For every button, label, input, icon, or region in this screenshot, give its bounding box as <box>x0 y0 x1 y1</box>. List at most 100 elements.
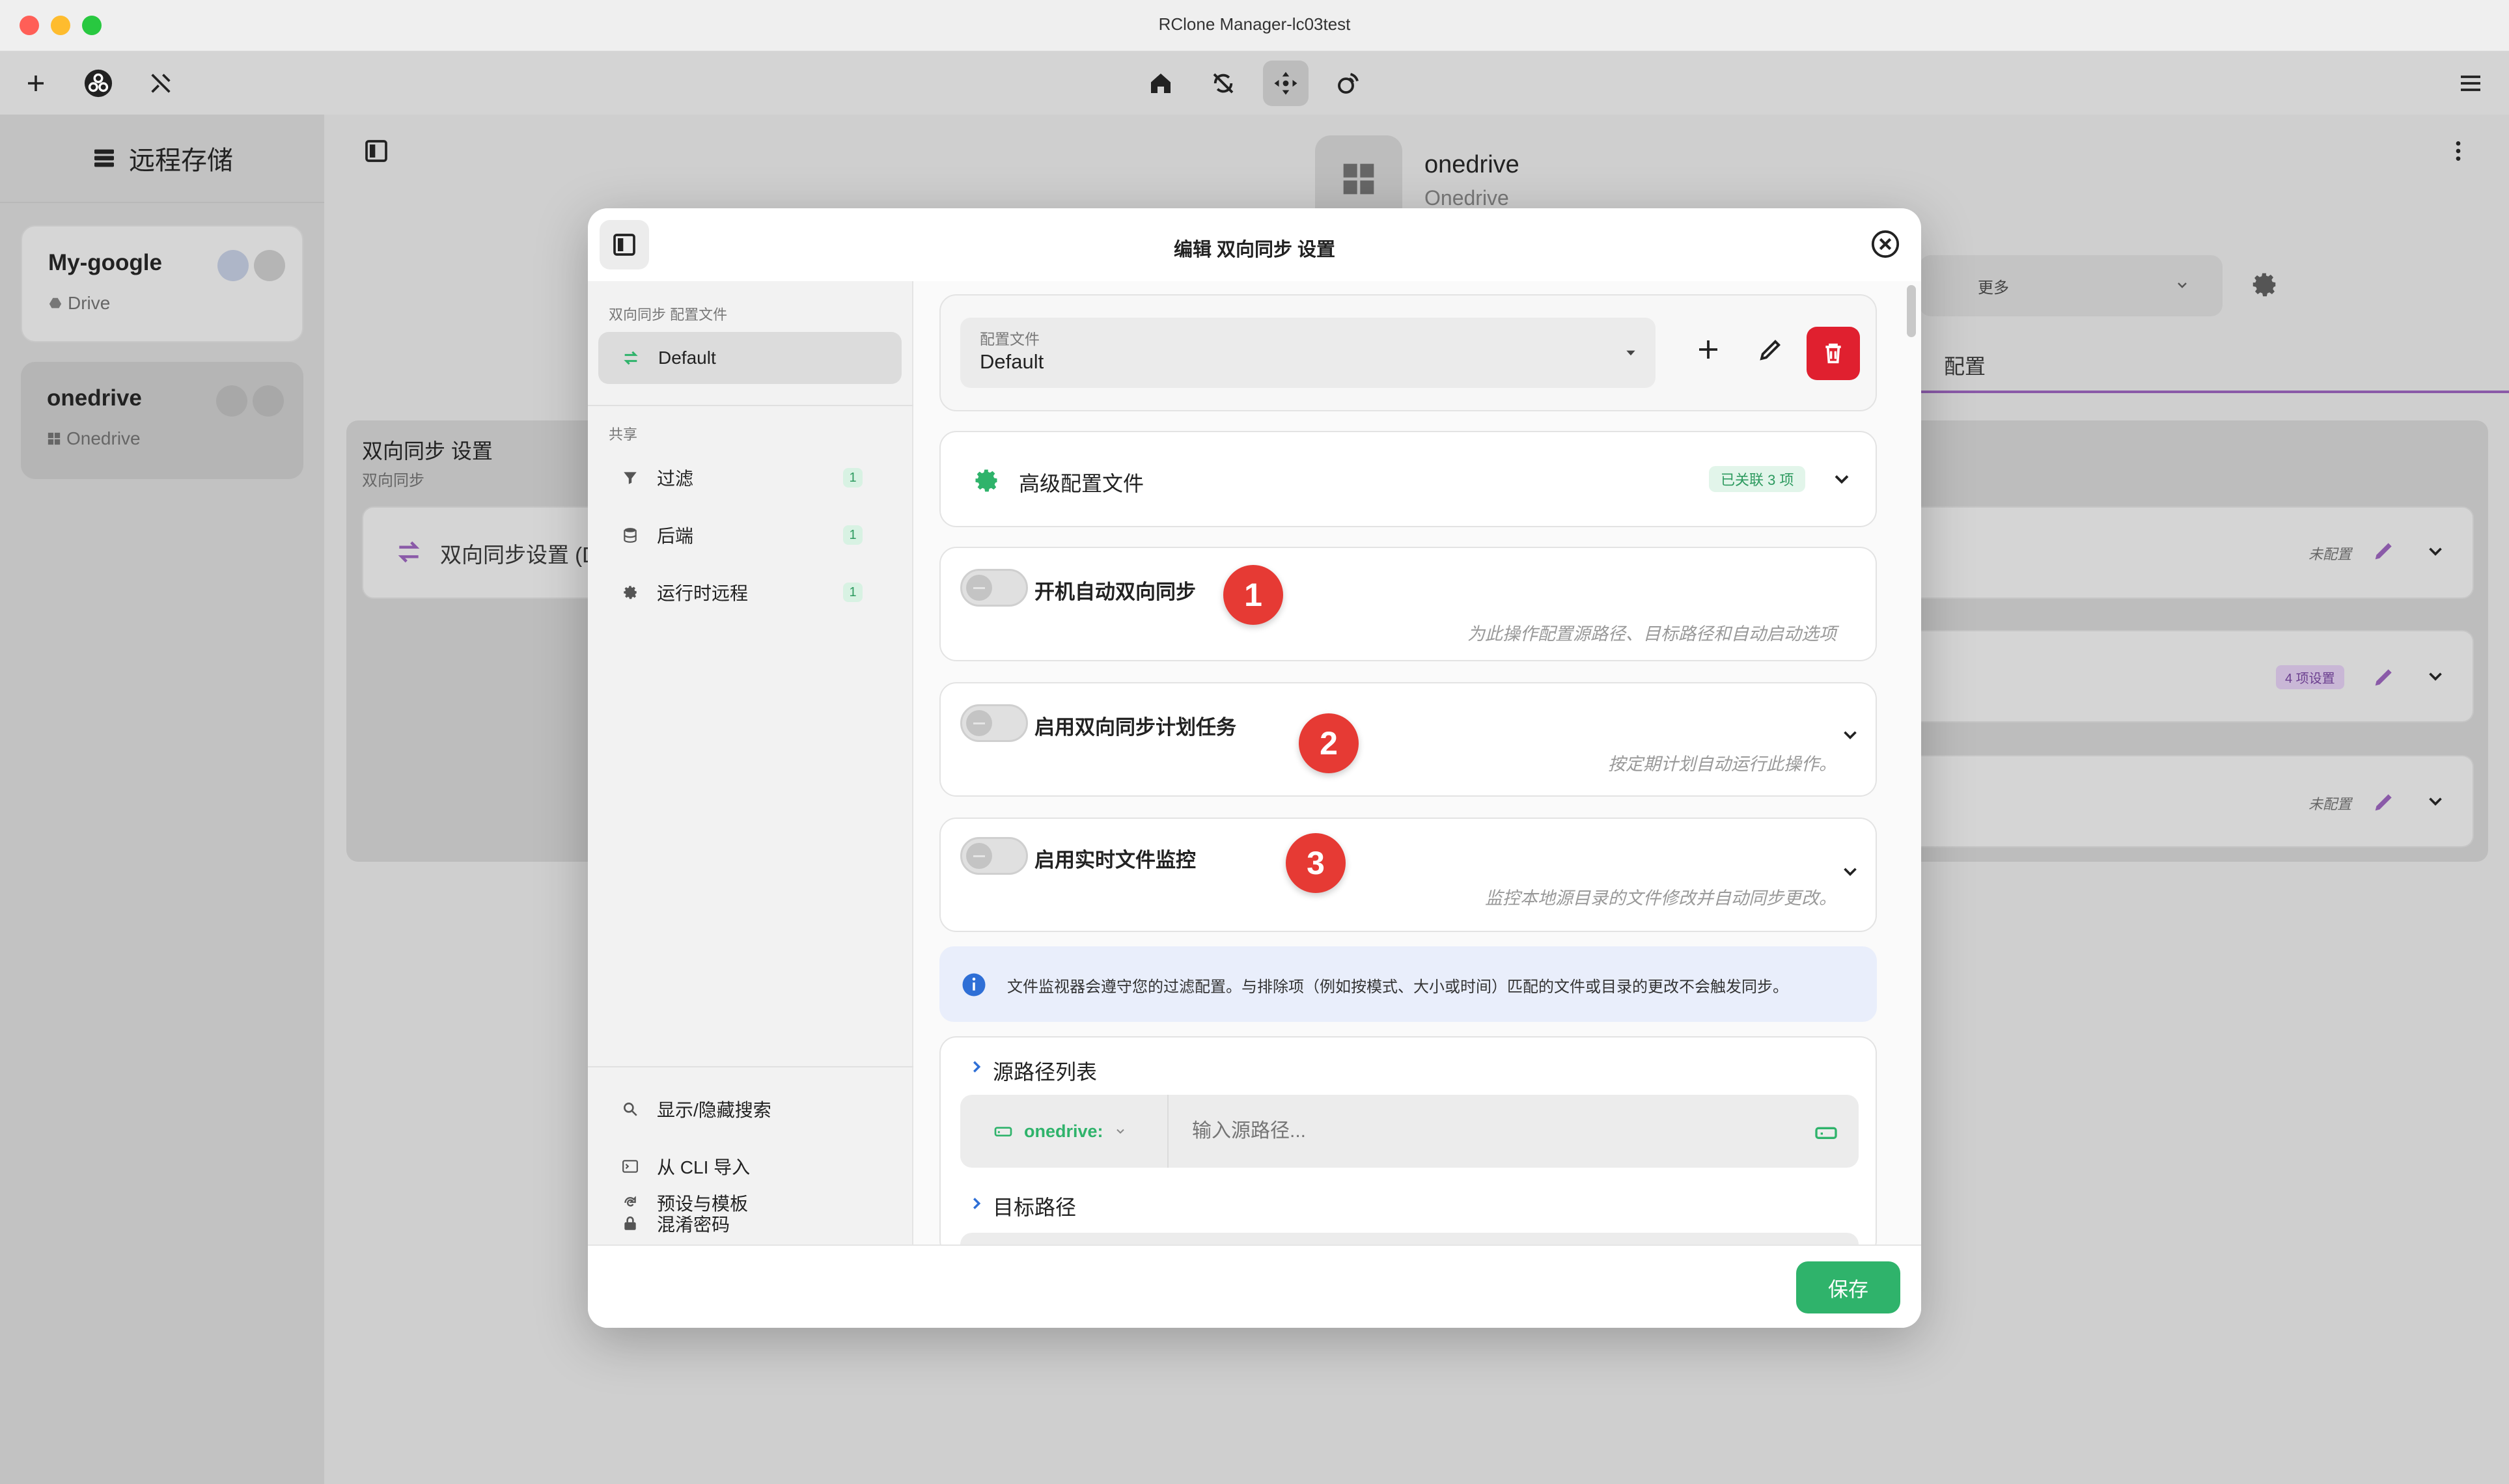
shared-section-label: 共享 <box>609 426 638 443</box>
scrollbar-thumb[interactable] <box>1907 285 1916 337</box>
add-remote-button[interactable] <box>13 61 59 106</box>
step-badge-2: 2 <box>1299 713 1359 773</box>
remote-card-onedrive[interactable]: onedrive Onedrive <box>21 362 303 479</box>
rename-profile-button[interactable] <box>1757 336 1784 363</box>
profile-selector-card: 配置文件 Default <box>939 294 1877 411</box>
edit-button[interactable] <box>2371 538 2397 564</box>
storage-list-icon <box>94 149 114 167</box>
sidebar-item-label: 从 CLI 导入 <box>657 1157 751 1177</box>
save-button[interactable]: 保存 <box>1796 1261 1900 1313</box>
sidebar-item-label: 运行时远程 <box>657 583 749 603</box>
sync-status-chip[interactable] <box>217 250 249 281</box>
advanced-profile-title: 高级配置文件 <box>1019 472 1144 495</box>
edit-button[interactable] <box>2371 789 2397 815</box>
source-section-title: 源路径列表 <box>993 1060 1098 1084</box>
edit-button[interactable] <box>2371 664 2397 690</box>
sync-status-chip[interactable] <box>216 385 247 417</box>
nav-bisync[interactable] <box>1263 61 1309 106</box>
schedule-toggle[interactable] <box>960 704 1028 742</box>
more-options-button[interactable] <box>2445 138 2471 164</box>
info-icon <box>962 973 986 996</box>
home-icon <box>1151 74 1171 93</box>
linked-count-badge: 已关联 3 项 <box>1709 466 1806 492</box>
toggle-sidebar-button[interactable] <box>363 138 389 164</box>
auto-start-bisync-card: 开机自动双向同步 为此操作配置源路径、目标路径和自动启动选项 1 <box>939 547 1877 661</box>
source-remote-select[interactable]: onedrive: <box>960 1095 1169 1168</box>
sidebar-item-runtime-remote[interactable]: 运行时远程 1 <box>598 566 902 618</box>
rclone-logo-icon <box>84 69 113 98</box>
tab-config[interactable]: 配置 <box>1944 350 1986 380</box>
caret-down-icon <box>1626 350 1635 356</box>
unplug-icon <box>151 74 171 93</box>
hard-drive-icon[interactable] <box>1813 1120 1839 1146</box>
windows-icon <box>48 432 61 445</box>
expand-button[interactable] <box>2424 665 2447 687</box>
step-badge-3: 3 <box>1286 833 1346 893</box>
sidebar-item-label: 过滤 <box>657 469 694 489</box>
count-badge: 1 <box>843 468 863 488</box>
drive-icon <box>49 297 62 309</box>
nav-serve[interactable] <box>1325 61 1371 106</box>
divider <box>588 405 913 406</box>
windows-icon <box>1343 163 1374 195</box>
plus-icon <box>28 76 44 91</box>
expand-button[interactable] <box>2424 540 2447 562</box>
step-badge-1: 1 <box>1223 565 1283 625</box>
advanced-profile-card[interactable]: 高级配置文件 已关联 3 项 <box>939 431 1877 527</box>
dialog-title: 编辑 双向同步 设置 <box>1173 240 1336 260</box>
template-icon <box>624 1196 636 1207</box>
main-menu-button[interactable] <box>2448 61 2493 106</box>
presets-templates-item[interactable]: 预设与模板 <box>598 1177 902 1229</box>
profile-select[interactable]: 配置文件 Default <box>960 318 1656 388</box>
remote-card-my-google[interactable]: My-google Drive <box>21 225 303 342</box>
chevron-down-icon <box>2429 797 2442 806</box>
sidebar-item-filter[interactable]: 过滤 1 <box>598 452 902 504</box>
source-path-input[interactable] <box>1192 1114 1778 1148</box>
disconnect-button[interactable] <box>138 61 184 106</box>
toggle-search-item[interactable]: 显示/隐藏搜索 <box>598 1083 902 1135</box>
sidebar-title: 远程存储 <box>129 146 233 175</box>
remote-header-name: onedrive <box>1424 151 1519 178</box>
profile-item-default[interactable]: Default <box>598 332 902 384</box>
mount-status-chip[interactable] <box>254 250 285 281</box>
chevron-right-icon[interactable] <box>967 1057 986 1077</box>
chevron-down-icon <box>1835 475 1849 484</box>
sidebar-toggle-icon <box>365 140 387 162</box>
row-status: 未配置 <box>2308 796 2352 812</box>
delete-profile-button[interactable] <box>1807 327 1860 380</box>
paths-card: 源路径列表 onedrive: 目标路径 <box>939 1036 1877 1272</box>
settings-button[interactable] <box>2249 269 2279 299</box>
filter-icon <box>624 472 637 484</box>
chevron-down-icon[interactable] <box>1839 724 1861 746</box>
profile-item-label: Default <box>658 348 716 368</box>
sidebar-item-label: 后端 <box>657 526 694 546</box>
gear-icon <box>975 469 997 492</box>
window-title: RClone Manager-lc03test <box>1158 14 1351 34</box>
nav-sync[interactable] <box>1200 61 1246 106</box>
row-status-badge: 4 项设置 <box>2276 665 2344 689</box>
remote-type: Onedrive <box>47 428 277 449</box>
bisync-row-label: 双向同步设置 (D <box>440 543 598 567</box>
add-profile-button[interactable] <box>1695 336 1722 363</box>
auto-start-toggle[interactable] <box>960 569 1028 607</box>
expand-button[interactable] <box>2424 790 2447 812</box>
rclone-button[interactable] <box>76 61 121 106</box>
chevron-right-icon[interactable] <box>967 1194 986 1213</box>
realtime-watch-toggle[interactable] <box>960 837 1028 875</box>
dialog-close-button[interactable] <box>1870 229 1900 259</box>
bisync-schedule-card: 启用双向同步计划任务 按定期计划自动运行此操作。 2 <box>939 682 1877 797</box>
count-badge: 1 <box>843 525 863 545</box>
sidebar-header: 远程存储 <box>0 115 324 203</box>
mount-status-chip[interactable] <box>253 385 284 417</box>
remote-type-label: Onedrive <box>66 428 141 448</box>
chevron-down-icon[interactable] <box>1839 860 1861 883</box>
schedule-title: 启用双向同步计划任务 <box>1034 716 1236 739</box>
app-toolbar <box>0 52 2509 115</box>
dialog-footer <box>588 1244 1921 1328</box>
more-vertical-icon <box>2456 141 2461 161</box>
dialog-sidebar: 双向同步 配置文件 Default 共享 过滤 1 后端 1 运行时远程 1 显… <box>588 281 913 1244</box>
nav-home[interactable] <box>1138 61 1184 106</box>
more-dropdown[interactable]: 更多 <box>1919 255 2223 316</box>
sidebar-item-backend[interactable]: 后端 1 <box>598 509 902 561</box>
broadcast-icon <box>1338 73 1359 94</box>
